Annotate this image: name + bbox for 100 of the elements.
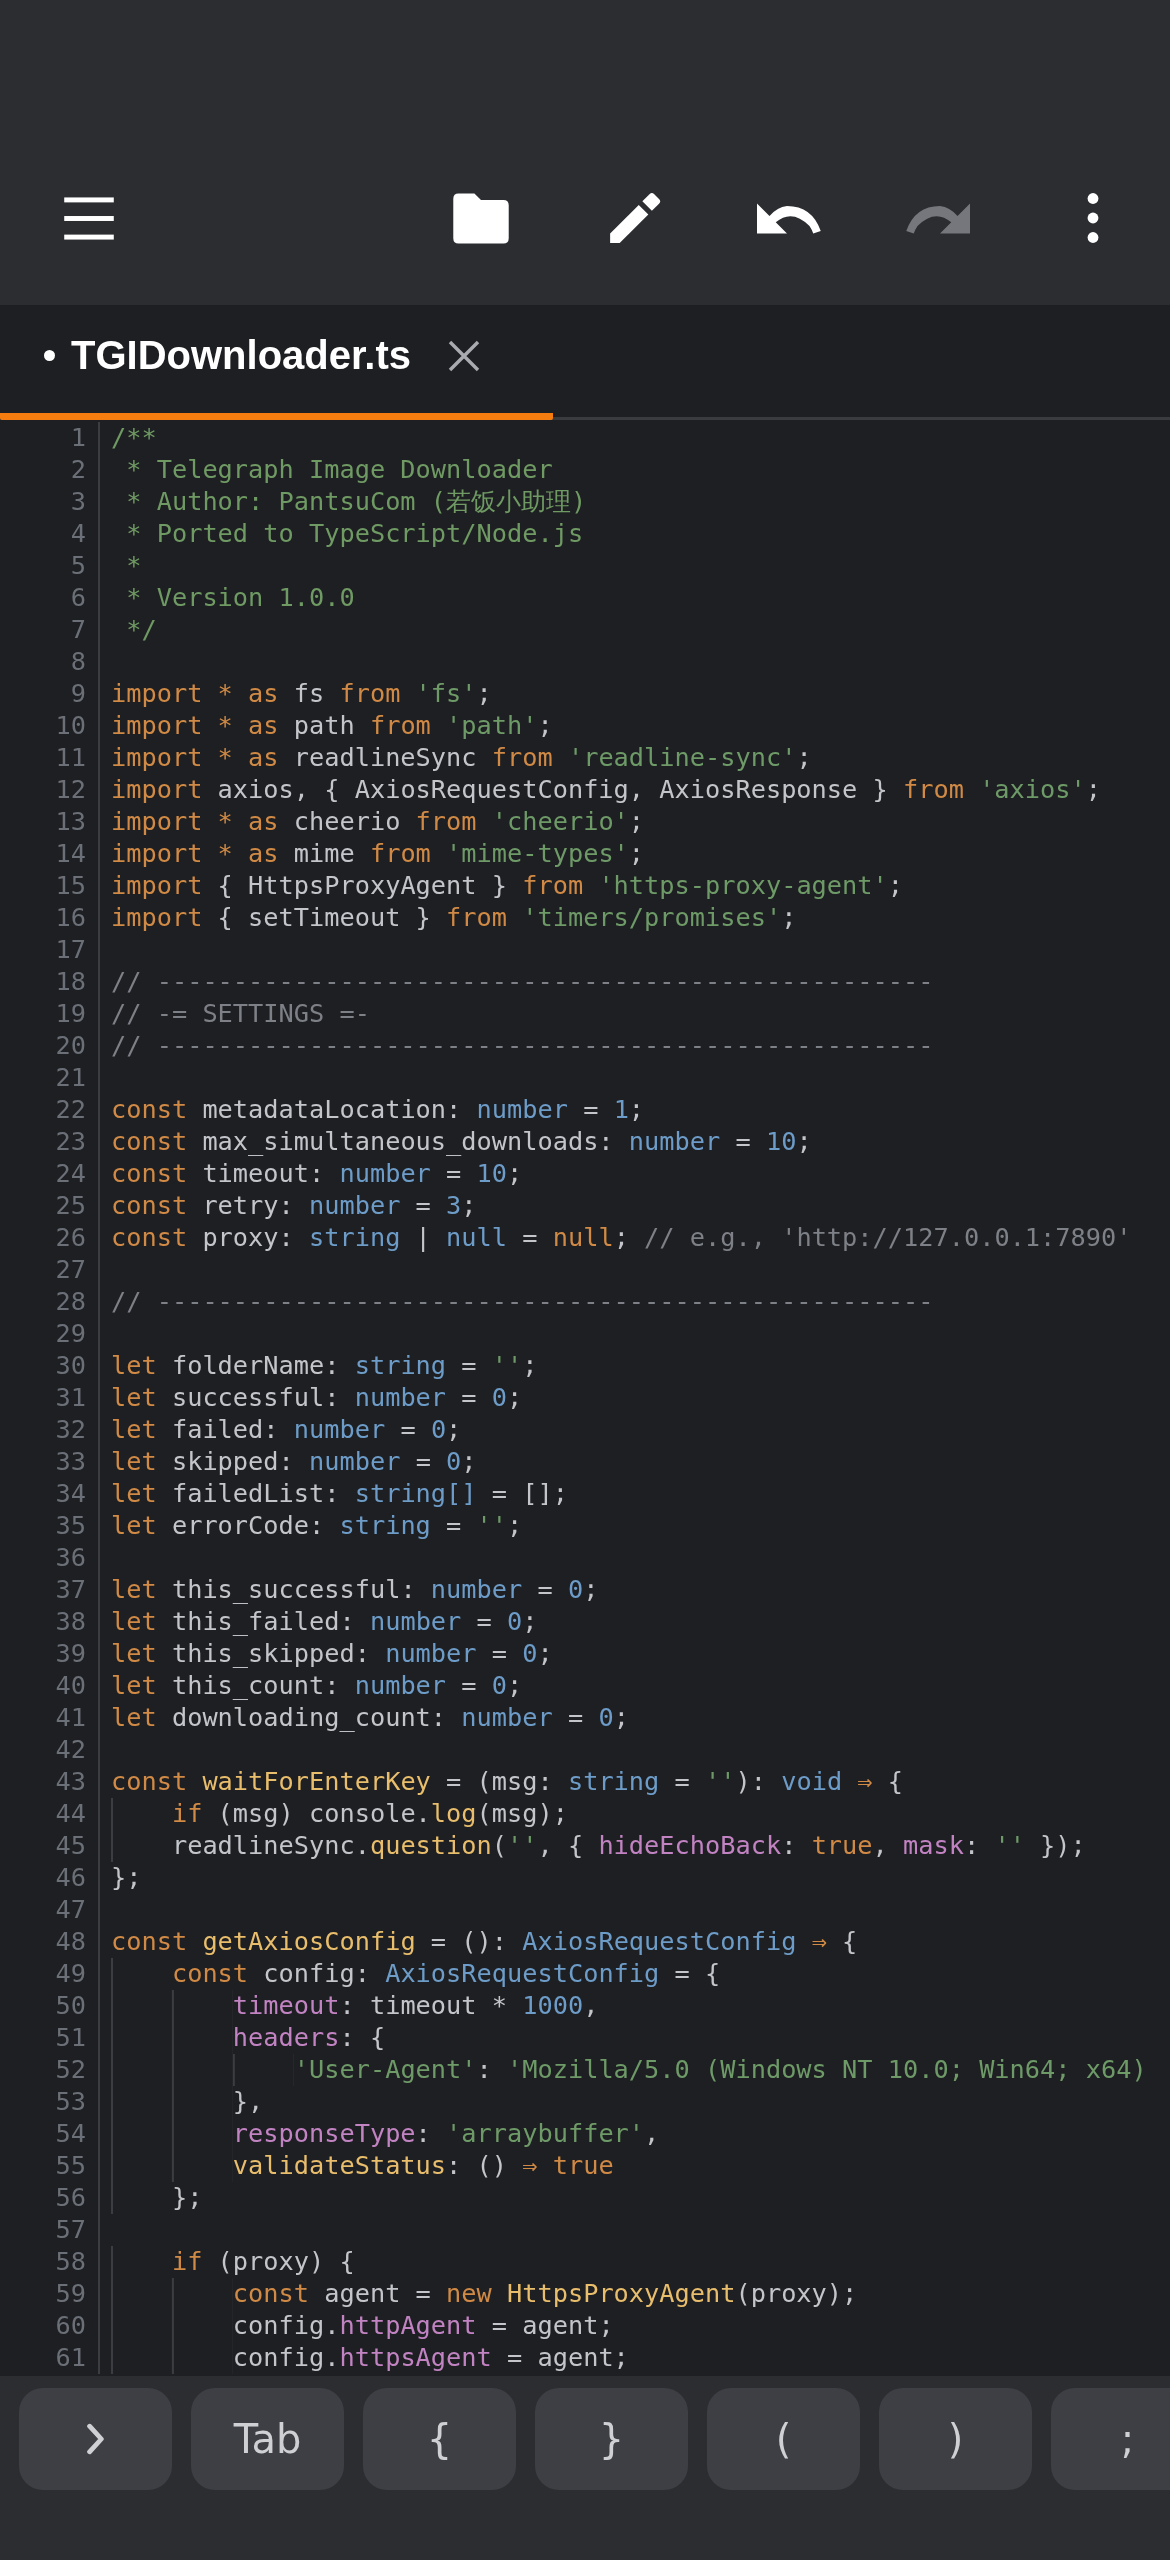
line-number: 44 (0, 1798, 100, 1830)
tab-title: TGIDownloader.ts (71, 333, 412, 378)
key-button[interactable]: ( (707, 2388, 860, 2490)
line-number: 54 (0, 2118, 100, 2150)
code-line: if (proxy) { (171, 2246, 355, 2278)
line-number: 55 (0, 2150, 100, 2182)
line-number: 18 (0, 966, 100, 998)
line-number: 14 (0, 838, 100, 870)
line-number: 2 (0, 454, 100, 486)
line-number: 39 (0, 1638, 100, 1670)
line-number: 31 (0, 1382, 100, 1414)
code-line: let folderName: string = ''; (111, 1350, 538, 1382)
code-line: const timeout: number = 10; (111, 1158, 523, 1190)
line-number: 41 (0, 1702, 100, 1734)
line-number: 5 (0, 550, 100, 582)
line-number: 38 (0, 1606, 100, 1638)
line-number: 45 (0, 1830, 100, 1862)
line-number: 1 (0, 422, 100, 454)
line-number: 16 (0, 902, 100, 934)
line-number: 8 (0, 646, 100, 678)
code-line: * Ported to TypeScript/Node.js (126, 518, 584, 550)
code-line: let errorCode: string = ''; (111, 1510, 523, 1542)
code-line: let this_count: number = 0; (111, 1670, 523, 1702)
line-number: 37 (0, 1574, 100, 1606)
code-line: responseType: 'arraybuffer', (232, 2118, 660, 2150)
code-line: */ (126, 614, 157, 646)
line-number: 4 (0, 518, 100, 550)
key-button[interactable]: Tab (191, 2388, 344, 2490)
line-number: 9 (0, 678, 100, 710)
code-line: // --------------------------------------------------- (111, 1030, 934, 1062)
line-number: 17 (0, 934, 100, 966)
code-line: let successful: number = 0; (111, 1382, 523, 1414)
code-line: if (msg) console.log(msg); (171, 1798, 568, 1830)
line-number: 20 (0, 1030, 100, 1062)
code-line: import * as cheerio from 'cheerio'; (111, 806, 645, 838)
code-line: import * as mime from 'mime-types'; (111, 838, 645, 870)
line-number: 59 (0, 2278, 100, 2310)
line-number: 25 (0, 1190, 100, 1222)
key-button[interactable]: ; (1051, 2388, 1170, 2490)
key-button[interactable]: { (363, 2388, 516, 2490)
code-line: let this_failed: number = 0; (111, 1606, 538, 1638)
line-number: 13 (0, 806, 100, 838)
line-number: 43 (0, 1766, 100, 1798)
line-number: 7 (0, 614, 100, 646)
line-number: 30 (0, 1350, 100, 1382)
line-number: 26 (0, 1222, 100, 1254)
line-number: 46 (0, 1862, 100, 1894)
code-line: // --------------------------------------------------- (111, 1286, 934, 1318)
code-line: validateStatus: () ⇒ true (232, 2150, 614, 2182)
code-line: headers: { (232, 2022, 386, 2054)
code-line: let skipped: number = 0; (111, 1446, 477, 1478)
code-line: let failed: number = 0; (111, 1414, 462, 1446)
line-number: 29 (0, 1318, 100, 1350)
line-number: 33 (0, 1446, 100, 1478)
line-number: 28 (0, 1286, 100, 1318)
code-line: // -= SETTINGS =- (111, 998, 370, 1030)
line-number: 50 (0, 1990, 100, 2022)
line-number: 32 (0, 1414, 100, 1446)
code-line: let this_skipped: number = 0; (111, 1638, 553, 1670)
chevron-right-icon (84, 2423, 107, 2455)
line-number: 6 (0, 582, 100, 614)
code-line: const agent = new HttpsProxyAgent(proxy); (232, 2278, 858, 2310)
line-number: 57 (0, 2214, 100, 2246)
code-line: let downloading_count: number = 0; (111, 1702, 629, 1734)
line-number: 60 (0, 2310, 100, 2342)
code-line: config.httpAgent = agent; (232, 2310, 614, 2342)
code-line: /** (111, 422, 157, 454)
code-line: * Author: PantsuCom (若饭小助理) (126, 486, 587, 518)
code-line: import { HttpsProxyAgent } from 'https-proxy-agent'; (111, 870, 903, 902)
line-number: 56 (0, 2182, 100, 2214)
code-line: import * as path from 'path'; (111, 710, 553, 742)
code-line: 'User-Agent': 'Mozilla/5.0 (Windows NT 10.0; Win64; x64) (293, 2054, 1147, 2086)
code-line: timeout: timeout * 1000, (232, 1990, 599, 2022)
line-number: 22 (0, 1094, 100, 1126)
code-line: config.httpsAgent = agent; (232, 2342, 629, 2374)
line-number: 10 (0, 710, 100, 742)
line-number: 23 (0, 1126, 100, 1158)
code-line: const waitForEnterKey = (msg: string = ''): void ⇒ { (111, 1766, 904, 1798)
line-number: 11 (0, 742, 100, 774)
line-number: 58 (0, 2246, 100, 2278)
line-number: 27 (0, 1254, 100, 1286)
line-number: 24 (0, 1158, 100, 1190)
line-number: 52 (0, 2054, 100, 2086)
code-line: const retry: number = 3; (111, 1190, 477, 1222)
line-number: 42 (0, 1734, 100, 1766)
key-button[interactable]: ) (879, 2388, 1032, 2490)
code-line: const config: AxiosRequestConfig = { (171, 1958, 721, 1990)
line-number: 47 (0, 1894, 100, 1926)
line-number: 21 (0, 1062, 100, 1094)
code-line: const max_simultaneous_downloads: number = 10; (111, 1126, 812, 1158)
code-line: * Telegraph Image Downloader (126, 454, 553, 486)
code-line: readlineSync.question('', { hideEchoBack: true, mask: '' }); (171, 1830, 1086, 1862)
line-number: 53 (0, 2086, 100, 2118)
code-line: }; (111, 1862, 142, 1894)
key-button[interactable]: } (535, 2388, 688, 2490)
code-line: const getAxiosConfig = (): AxiosRequestConfig ⇒ { (111, 1926, 858, 1958)
line-number: 35 (0, 1510, 100, 1542)
code-line: * Version 1.0.0 (126, 582, 355, 614)
code-line: import * as fs from 'fs'; (111, 678, 492, 710)
line-number: 36 (0, 1542, 100, 1574)
